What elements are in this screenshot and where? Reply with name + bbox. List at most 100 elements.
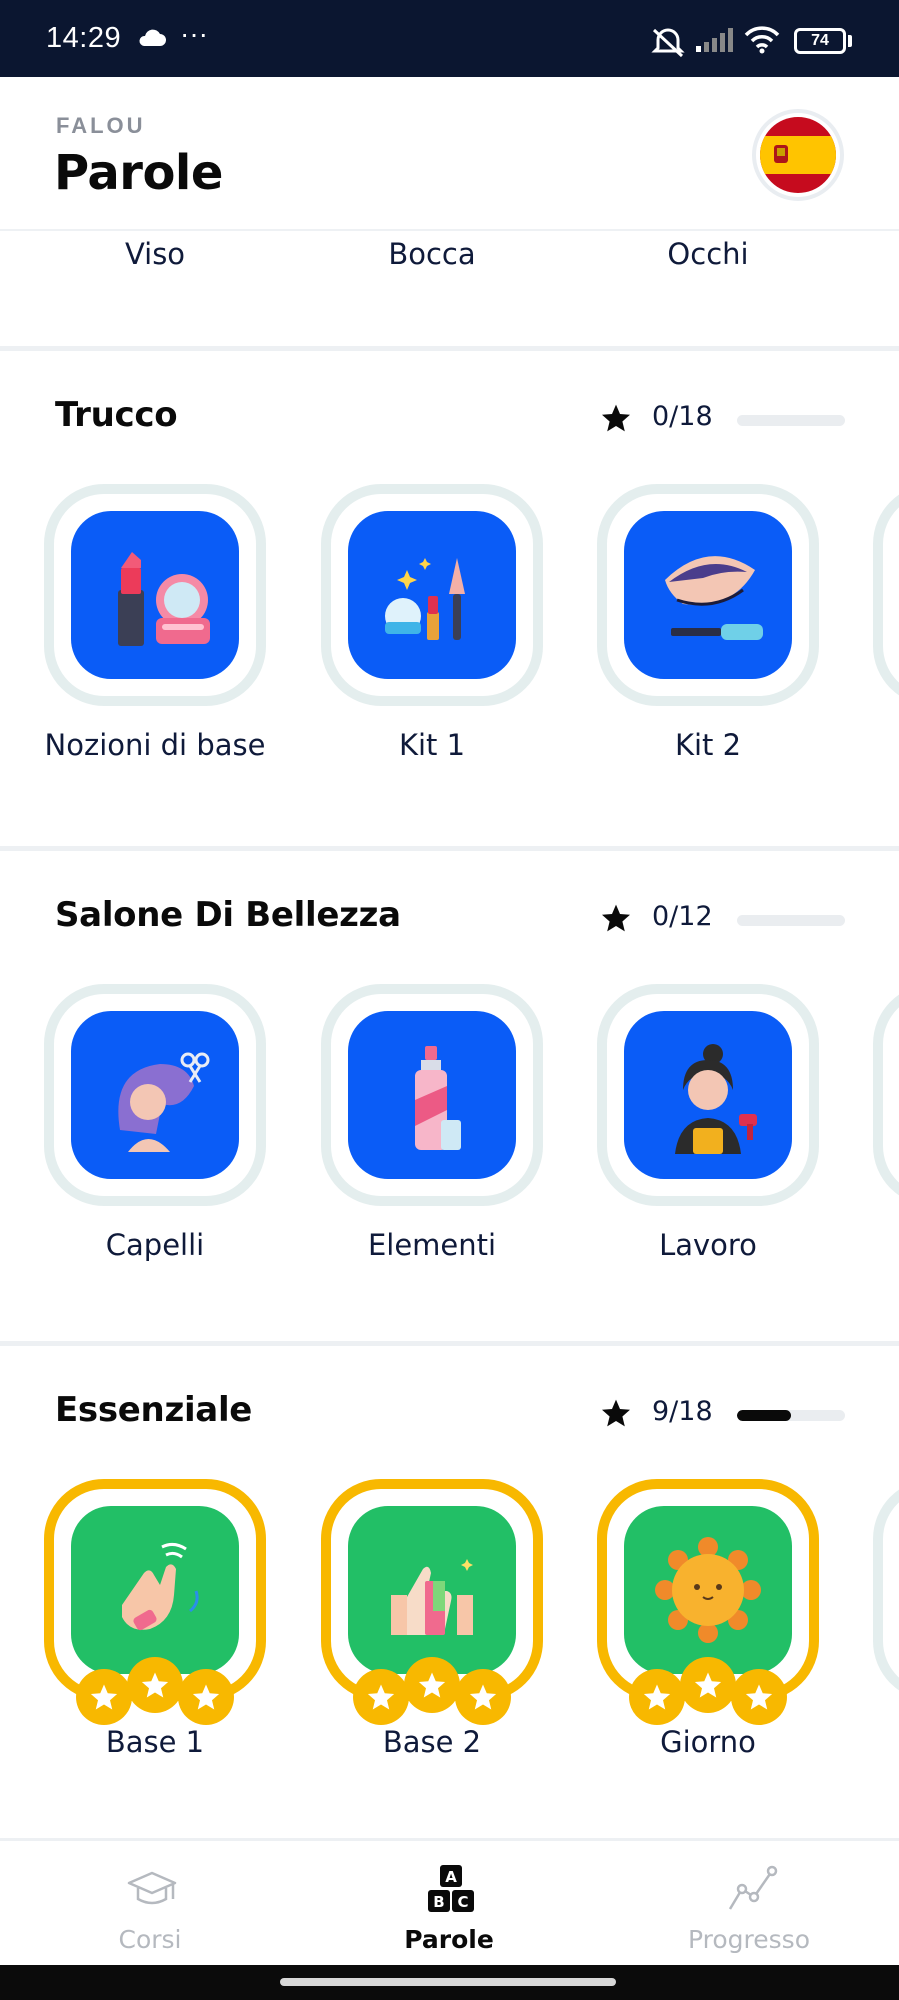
waving-hand-icon bbox=[122, 1542, 199, 1631]
section-salone-di-bellezza: Salone Di Bellezza 0/12 Capelli Elementi… bbox=[0, 851, 899, 1341]
sun-icon bbox=[655, 1537, 761, 1643]
section-title: Salone Di Bellezza bbox=[55, 895, 401, 935]
star-badge bbox=[731, 1669, 787, 1725]
lesson-label-occhi[interactable]: Occhi bbox=[608, 237, 808, 271]
svg-text:B: B bbox=[433, 1893, 444, 1911]
system-gesture-bar bbox=[0, 1965, 899, 2000]
hairdresser-icon bbox=[675, 1044, 757, 1154]
haircut-icon bbox=[118, 1052, 210, 1152]
spain-flag-icon bbox=[760, 117, 836, 193]
svg-text:A: A bbox=[445, 1868, 457, 1886]
star-icon bbox=[602, 1399, 630, 1427]
section-title: Trucco bbox=[55, 395, 178, 435]
previous-section-row: Viso Bocca Occhi bbox=[0, 231, 899, 346]
lesson-label: Nozioni di base bbox=[44, 728, 266, 762]
progress-count: 0/18 bbox=[652, 401, 713, 432]
lipstick-compact-icon bbox=[118, 552, 210, 646]
progress-count: 0/12 bbox=[652, 901, 713, 932]
lesson-label-bocca[interactable]: Bocca bbox=[332, 237, 532, 271]
language-selector-button[interactable] bbox=[752, 109, 844, 201]
section-title: Essenziale bbox=[55, 1390, 253, 1430]
nav-label: Parole bbox=[404, 1925, 494, 1954]
progress-chart-icon bbox=[728, 1865, 778, 1910]
progress-bar bbox=[737, 415, 845, 426]
abc-blocks-icon: A B C bbox=[428, 1865, 474, 1912]
lesson-image bbox=[348, 1506, 516, 1674]
lesson-tile-next-partial[interactable] bbox=[873, 1479, 899, 1701]
eye-mascara-icon bbox=[665, 556, 763, 640]
nav-tab-parole[interactable]: A B C Parole bbox=[339, 1841, 559, 1968]
nav-tab-corsi[interactable]: Corsi bbox=[40, 1841, 260, 1968]
lesson-tile-next-partial[interactable] bbox=[873, 984, 899, 1206]
lesson-tile-kit-2[interactable] bbox=[597, 484, 819, 706]
lesson-tile-nozioni-di-base[interactable] bbox=[44, 484, 266, 706]
section-trucco: Trucco 0/18 Nozioni di base Kit 1 Kit 2 bbox=[0, 351, 899, 847]
wifi-icon bbox=[744, 26, 780, 58]
star-badge bbox=[76, 1669, 132, 1725]
lesson-image bbox=[348, 1011, 516, 1179]
battery-level: 74 bbox=[811, 32, 829, 49]
lesson-label: Kit 2 bbox=[674, 728, 742, 762]
lesson-tile-elementi[interactable] bbox=[321, 984, 543, 1206]
lesson-image bbox=[71, 511, 239, 679]
lesson-tile-kit-1[interactable] bbox=[321, 484, 543, 706]
bottom-navigation: Corsi A B C Parole Progresso bbox=[0, 1838, 899, 1965]
more-notifications-icon: ··· bbox=[180, 18, 208, 49]
lesson-tile-lavoro[interactable] bbox=[597, 984, 819, 1206]
status-time: 14:29 bbox=[46, 22, 122, 54]
lesson-label: Elementi bbox=[367, 1228, 497, 1262]
lesson-label: Base 2 bbox=[382, 1725, 482, 1759]
lesson-tile-base-2[interactable] bbox=[321, 1479, 543, 1725]
battery-nub bbox=[848, 35, 852, 47]
star-rating bbox=[76, 1657, 234, 1725]
lesson-label-viso[interactable]: Viso bbox=[55, 237, 255, 271]
brand-name: FALOU bbox=[56, 113, 146, 138]
section-essenziale: Essenziale 9/18 Base 1 Base 2 Giorno bbox=[0, 1346, 899, 1836]
star-badge bbox=[455, 1669, 511, 1725]
lesson-image bbox=[348, 511, 516, 679]
app-header: FALOU Parole bbox=[0, 77, 899, 231]
star-badge bbox=[404, 1657, 460, 1713]
lesson-label: Capelli bbox=[105, 1228, 205, 1262]
lesson-tile-base-1[interactable] bbox=[44, 1479, 266, 1725]
cloud-icon bbox=[136, 28, 166, 52]
svg-text:C: C bbox=[457, 1893, 468, 1911]
lesson-label: Base 1 bbox=[105, 1725, 205, 1759]
signal-icon bbox=[696, 28, 736, 56]
progress-bar bbox=[737, 1410, 845, 1421]
home-gesture-handle[interactable] bbox=[280, 1978, 616, 1986]
star-badge bbox=[680, 1657, 736, 1713]
lesson-image bbox=[624, 1506, 792, 1674]
star-badge bbox=[353, 1669, 409, 1725]
lesson-image bbox=[624, 511, 792, 679]
lesson-image bbox=[71, 1011, 239, 1179]
thumbs-up-icon bbox=[391, 1559, 473, 1635]
makeup-kit-icon bbox=[385, 558, 465, 640]
page-title: Parole bbox=[54, 145, 223, 201]
progress-count: 9/18 bbox=[652, 1396, 713, 1427]
lesson-tile-giorno[interactable] bbox=[597, 1479, 819, 1725]
lesson-image bbox=[71, 1506, 239, 1674]
battery-icon: 74 bbox=[794, 28, 846, 54]
graduation-cap-icon bbox=[127, 1871, 177, 1905]
star-icon bbox=[602, 404, 630, 432]
nav-tab-progresso[interactable]: Progresso bbox=[639, 1841, 859, 1968]
spray-bottle-icon bbox=[415, 1046, 461, 1150]
nav-label: Progresso bbox=[688, 1925, 810, 1954]
lesson-tile-next-partial[interactable] bbox=[873, 484, 899, 706]
lesson-tile-capelli[interactable] bbox=[44, 984, 266, 1206]
mute-icon bbox=[650, 26, 686, 62]
star-badge bbox=[127, 1657, 183, 1713]
progress-fill bbox=[737, 1410, 791, 1421]
star-rating bbox=[629, 1657, 787, 1725]
lesson-image bbox=[624, 1011, 792, 1179]
nav-label: Corsi bbox=[118, 1925, 182, 1954]
star-rating bbox=[353, 1657, 511, 1725]
lesson-label: Giorno bbox=[660, 1725, 756, 1759]
lesson-label: Lavoro bbox=[659, 1228, 757, 1262]
star-badge bbox=[178, 1669, 234, 1725]
star-badge bbox=[629, 1669, 685, 1725]
status-bar: 14:29 ··· 74 bbox=[0, 0, 899, 77]
progress-bar bbox=[737, 915, 845, 926]
star-icon bbox=[602, 904, 630, 932]
